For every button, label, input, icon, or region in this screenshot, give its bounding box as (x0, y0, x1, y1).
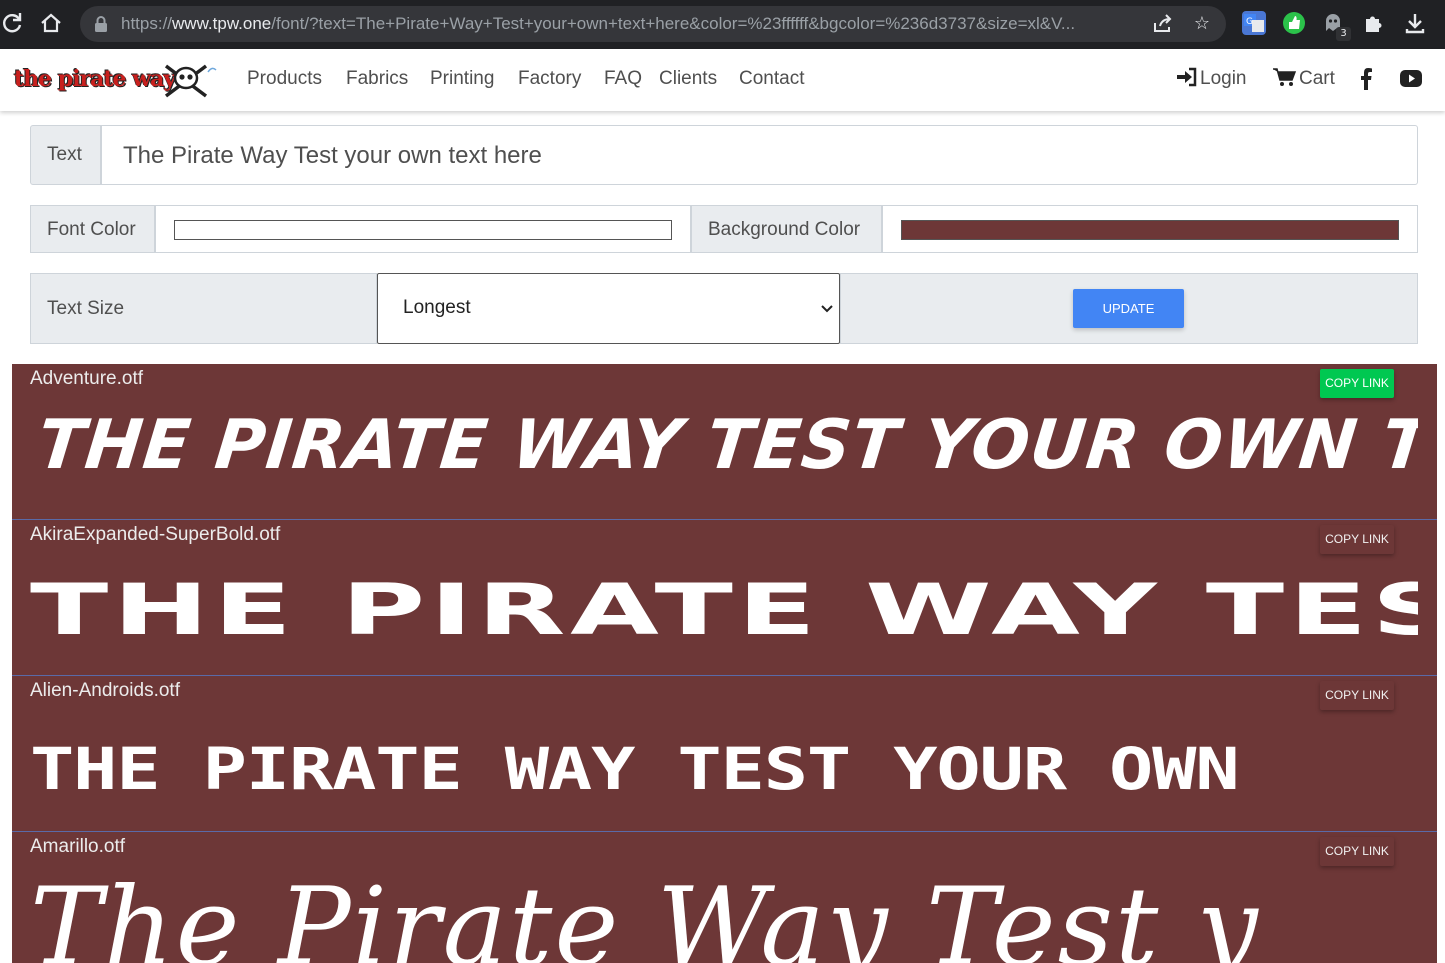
font-color-picker[interactable] (155, 205, 691, 253)
copy-link-button[interactable]: COPY LINK (1320, 837, 1394, 866)
font-color-label: Font Color (30, 205, 155, 253)
text-size-label: Text Size (30, 273, 377, 344)
text-input-value: The Pirate Way Test your own text here (123, 142, 542, 169)
svg-text:G: G (1246, 17, 1253, 27)
font-sample-text: THE PIRATE WAY TEST (30, 570, 1418, 650)
extensions-puzzle-icon[interactable] (1362, 11, 1386, 35)
font-name: Amarillo.otf (30, 836, 126, 857)
address-bar[interactable]: https://www.tpw.one/font/?text=The+Pirat… (80, 6, 1226, 42)
font-sample-text: The Pirate Way Test y (30, 868, 1260, 963)
background-color-picker[interactable] (882, 205, 1418, 253)
background-color-label: Background Color (691, 205, 882, 253)
text-size-select[interactable]: Longest (377, 273, 840, 344)
copy-link-button[interactable]: COPY LINK (1320, 681, 1394, 710)
cart-link[interactable]: Cart (1273, 67, 1335, 91)
login-label: Login (1200, 68, 1247, 89)
download-icon[interactable] (1403, 11, 1427, 35)
background-color-label-text: Background Color (708, 219, 861, 240)
font-color-label-text: Font Color (47, 219, 136, 240)
font-name: Alien-Androids.otf (30, 680, 180, 701)
nav-printing[interactable]: Printing (430, 67, 494, 91)
nav-factory[interactable]: Factory (518, 67, 581, 91)
url-text[interactable]: https://www.tpw.one/font/?text=The+Pirat… (121, 6, 1141, 42)
text-label: Text (30, 125, 101, 185)
nav-clients[interactable]: Clients (659, 67, 717, 91)
browser-toolbar: https://www.tpw.one/font/?text=The+Pirat… (0, 0, 1445, 49)
copy-link-button[interactable]: COPY LINK (1320, 525, 1394, 554)
font-sample-text: THE PIRATE WAY TEST YOUR OWN (30, 736, 1240, 804)
shopping-cart-icon (1273, 68, 1297, 86)
nav-fabrics[interactable]: Fabrics (346, 67, 408, 91)
youtube-icon[interactable] (1400, 70, 1422, 92)
nav-faq[interactable]: FAQ (604, 67, 642, 91)
font-sample-text: THE PIRATE WAY TEST YOUR OWN TEXT H (33, 406, 1418, 485)
nav-products[interactable]: Products (247, 67, 322, 91)
url-host: www.tpw.one (172, 14, 272, 33)
share-icon[interactable] (1150, 11, 1176, 37)
lock-icon[interactable] (94, 16, 108, 32)
font-name: Adventure.otf (30, 368, 144, 389)
font-preview-alien-androids: Alien-Androids.otf COPY LINK THE PIRATE … (12, 676, 1437, 832)
font-name: AkiraExpanded-SuperBold.otf (30, 524, 281, 545)
font-sample-clip: The Pirate Way Test y (30, 868, 1418, 963)
url-path: /font/?text=The+Pirate+Way+Test+your+own… (271, 14, 1076, 33)
cart-label: Cart (1299, 68, 1335, 89)
thumbs-up-extension-icon[interactable] (1282, 11, 1306, 35)
login-link[interactable]: Login (1176, 67, 1247, 91)
font-color-swatch[interactable] (174, 220, 672, 240)
font-sample-clip: THE PIRATE WAY TEST YOUR OWN TEXT H (30, 404, 1418, 494)
nav-contact[interactable]: Contact (739, 67, 804, 91)
sign-in-icon (1177, 67, 1197, 87)
font-sample-clip: THE PIRATE WAY TEST YOUR OWN (30, 736, 1418, 804)
logo-wordmark: the pirate way (14, 66, 176, 92)
skull-crossbones-icon (164, 64, 217, 98)
extension-badge: 3 (1336, 27, 1351, 41)
google-translate-icon[interactable]: G (1242, 11, 1266, 35)
font-preview-amarillo: Amarillo.otf COPY LINK The Pirate Way Te… (12, 832, 1437, 963)
update-button[interactable]: UPDATE (1073, 289, 1184, 328)
text-label-text: Text (47, 144, 82, 165)
font-preview-adventure: Adventure.otf COPY LINK THE PIRATE WAY T… (12, 364, 1437, 520)
text-size-label-text: Text Size (47, 298, 125, 319)
reload-icon[interactable] (0, 10, 26, 36)
text-input[interactable]: The Pirate Way Test your own text here (101, 125, 1418, 185)
text-size-selected-value: Longest (403, 297, 471, 318)
background-color-swatch[interactable] (901, 220, 1399, 240)
font-preview-akira-expanded: AkiraExpanded-SuperBold.otf COPY LINK TH… (12, 520, 1437, 676)
font-sample-clip: THE PIRATE WAY TEST (30, 570, 1418, 650)
copy-link-button[interactable]: COPY LINK (1320, 369, 1394, 398)
url-scheme: https:// (121, 14, 173, 33)
home-icon[interactable] (38, 10, 64, 36)
facebook-icon[interactable] (1360, 68, 1372, 95)
site-navbar: the pirate way Products Fabrics Printing… (0, 49, 1445, 111)
chevron-down-icon (821, 305, 833, 313)
site-logo[interactable]: the pirate way (12, 60, 218, 100)
bookmark-star-icon[interactable]: ☆ (1189, 11, 1215, 37)
